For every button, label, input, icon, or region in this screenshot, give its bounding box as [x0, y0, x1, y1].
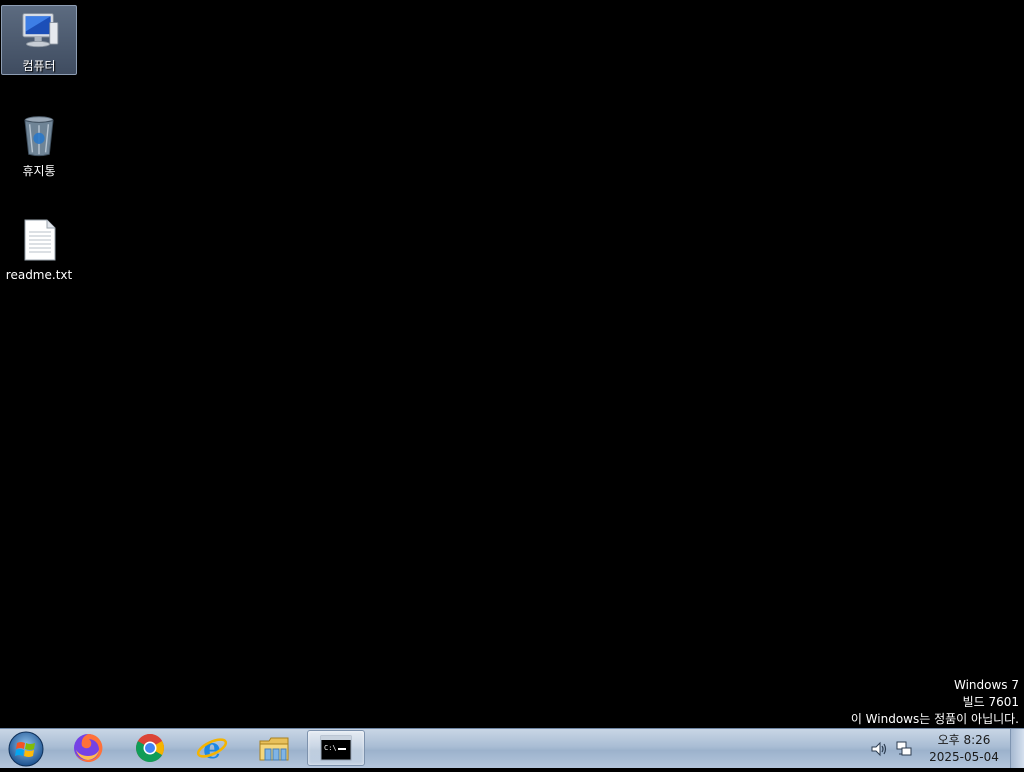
volume-icon[interactable]: [870, 740, 888, 758]
desktop-icon-computer[interactable]: 컴퓨터: [1, 5, 77, 75]
clock-time: 오후 8:26: [937, 733, 991, 747]
start-button[interactable]: [6, 730, 46, 768]
text-file-icon: [24, 219, 56, 261]
network-icon[interactable]: [895, 740, 913, 758]
desktop-icon-label: 컴퓨터: [22, 59, 56, 73]
taskbar-app-firefox[interactable]: [59, 730, 117, 766]
clock-date: 2025-05-04: [929, 750, 999, 764]
svg-text:e: e: [203, 732, 221, 764]
taskbar-app-internet-explorer[interactable]: e: [183, 730, 241, 766]
internet-explorer-icon: e: [196, 732, 228, 764]
command-prompt-icon: C:\: [320, 735, 352, 761]
watermark-notice: 이 Windows는 정품이 아닙니다.: [850, 712, 1019, 726]
svg-text:C:\: C:\: [324, 744, 337, 752]
desktop-icon-label: 휴지통: [22, 164, 56, 178]
desktop-icon-readme[interactable]: readme.txt: [1, 212, 77, 282]
desktop-icon-label: readme.txt: [5, 268, 73, 282]
chrome-icon: [136, 734, 164, 762]
show-desktop-button[interactable]: [1010, 729, 1024, 768]
recycle-bin-icon: [24, 116, 54, 157]
watermark-os: Windows 7: [953, 678, 1019, 692]
windows-start-icon: [8, 731, 44, 767]
taskbar-app-command-prompt[interactable]: C:\: [307, 730, 365, 766]
firefox-icon: [74, 733, 103, 762]
taskbar-app-file-explorer[interactable]: [245, 730, 303, 766]
taskbar: e C:\ 오후 8:26 2025-05-04: [0, 728, 1024, 768]
desktop[interactable]: 컴퓨터 휴지통 readme.txt Windows 7 빌드 7601 이 W…: [0, 0, 1024, 728]
desktop-icon-recycle-bin[interactable]: 휴지통: [1, 109, 77, 179]
computer-icon: [22, 13, 59, 48]
watermark-build: 빌드 7601: [962, 695, 1019, 709]
file-explorer-icon: [259, 737, 289, 761]
taskbar-clock[interactable]: 오후 8:26 2025-05-04: [920, 732, 1008, 766]
taskbar-app-chrome[interactable]: [121, 730, 179, 766]
activation-watermark: Windows 7 빌드 7601 이 Windows는 정품이 아닙니다.: [851, 677, 1019, 728]
